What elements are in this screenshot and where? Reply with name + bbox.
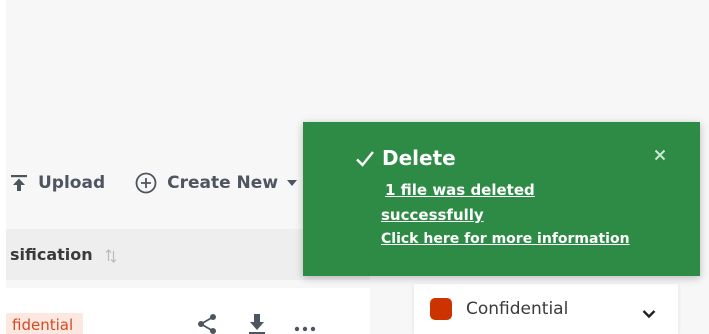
toast-message: 1 file was deleted successfully — [381, 178, 581, 228]
toast-title-text: Delete — [382, 146, 456, 170]
classification-color-swatch — [430, 298, 452, 320]
table-row[interactable]: fidential — [6, 288, 370, 334]
chevron-down-icon — [642, 304, 656, 319]
toast-message-line-1[interactable]: 1 file was deleted — [381, 178, 581, 203]
create-new-label: Create New — [167, 173, 279, 193]
classification-select-value: Confidential — [466, 299, 569, 319]
plus-circle-icon — [135, 172, 157, 194]
toolbar: Upload Create New — [6, 160, 346, 206]
toast-message-line-2[interactable]: successfully — [381, 203, 581, 228]
download-icon[interactable] — [246, 313, 268, 334]
upload-icon — [10, 174, 28, 192]
toast-title: Delete — [355, 146, 456, 170]
more-icon[interactable] — [294, 318, 316, 334]
sort-icon[interactable] — [105, 248, 117, 263]
close-icon[interactable] — [654, 146, 666, 161]
delete-toast: Delete 1 file was deleted successfully C… — [303, 122, 700, 276]
classification-chip: fidential — [6, 313, 84, 334]
share-icon[interactable] — [196, 313, 218, 334]
caret-down-icon — [287, 178, 298, 188]
classification-column-header[interactable]: sification — [10, 245, 93, 264]
check-icon — [355, 149, 375, 167]
upload-button[interactable]: Upload — [10, 173, 105, 193]
more-information-link[interactable]: Click here for more information — [381, 231, 630, 247]
file-manager-page: Upload Create New sification fidential C… — [0, 0, 709, 334]
upload-label: Upload — [38, 173, 106, 193]
classification-select[interactable]: Confidential — [414, 284, 678, 334]
create-new-button[interactable]: Create New — [135, 172, 298, 194]
